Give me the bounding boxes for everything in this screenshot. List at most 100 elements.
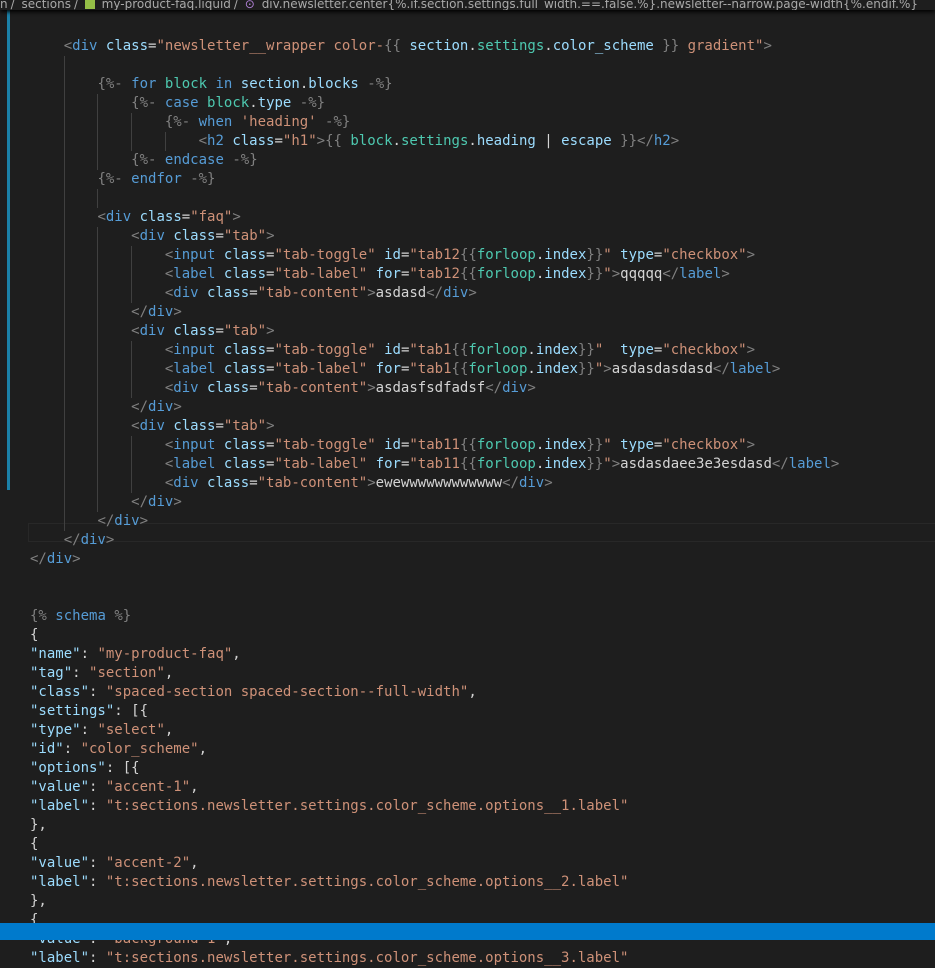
code-token: {{ [459, 456, 477, 472]
code-token: " [603, 247, 612, 263]
code-token: {{ [459, 437, 477, 453]
code-token: div [148, 304, 174, 320]
code-token: > [544, 475, 553, 491]
code-token: {%- [97, 171, 123, 187]
code-line: </div> [30, 512, 839, 531]
code-token: schema [55, 608, 106, 624]
code-token: {{ [459, 247, 477, 263]
indent-guide [131, 284, 133, 303]
code-token: }} [578, 342, 595, 358]
code-line: </div> [30, 550, 839, 569]
breadcrumb-item[interactable]: sections [21, 0, 70, 10]
code-token: section [240, 76, 300, 92]
code-token: , [190, 779, 199, 795]
breadcrumb-separator: / [233, 0, 238, 10]
indent-guide [131, 436, 133, 455]
code-token: : [80, 646, 98, 662]
indent-guide [97, 322, 99, 341]
line-number: 8 [0, 613, 18, 632]
indent-guide [63, 398, 65, 417]
indent-guide [63, 56, 65, 75]
code-token: div [80, 532, 106, 548]
code-token: = [249, 285, 258, 301]
indent-guide [97, 360, 99, 379]
code-token: class [223, 342, 267, 358]
code-line: "value": "accent-1", [30, 778, 839, 797]
code-token: "tab-toggle" [274, 437, 376, 453]
indent-guide [97, 417, 99, 436]
code-token: "faq" [190, 209, 233, 225]
code-token: </ [426, 285, 444, 301]
code-token: type [620, 437, 654, 453]
code-token: class [223, 437, 267, 453]
indent-guide [63, 303, 65, 322]
code-token: > [173, 304, 182, 320]
code-editor[interactable]: <div class="newsletter__wrapper color-{{… [28, 5, 935, 968]
breadcrumb-item[interactable]: div.newsletter.center{%.if.section.setti… [262, 0, 918, 10]
code-token: class [207, 285, 250, 301]
breadcrumb-item[interactable]: n [0, 0, 8, 10]
code-token: "tab-content" [257, 285, 368, 301]
indent-guide [131, 474, 133, 493]
indent-guide [131, 246, 133, 265]
code-token: asdasdasdasd [611, 361, 713, 377]
code-line: <div class="faq"> [30, 208, 839, 227]
code-token: : [89, 798, 106, 814]
code-token: "accent-2" [105, 855, 191, 871]
code-token: class [232, 133, 275, 149]
code-token: "t:sections.newsletter.settings.color_sc… [105, 950, 629, 966]
code-token: "settings" [30, 703, 115, 719]
code-token: index [544, 437, 587, 453]
code-token: index [544, 456, 587, 472]
code-token: > [830, 456, 840, 472]
code-token: index [544, 247, 587, 263]
line-number: 8 [0, 803, 18, 822]
code-token: </ [131, 304, 149, 320]
code-token: , [190, 855, 199, 871]
code-token: class [207, 475, 250, 491]
indent-guide [97, 132, 99, 151]
code-token: . [535, 456, 545, 472]
code-token: forloop [476, 456, 536, 472]
indent-guide [97, 436, 99, 455]
breadcrumb-item[interactable]: my-product-faq.liquid [102, 0, 231, 10]
code-line: <label class="tab-label" for="tab1{{forl… [30, 360, 839, 379]
line-number: 3 [0, 708, 18, 727]
code-token: = [181, 209, 191, 225]
code-token: forloop [476, 266, 536, 282]
indent-guide [131, 360, 133, 379]
code-token: > [173, 494, 182, 510]
liquid-file-icon [84, 0, 95, 9]
code-line: </div> [30, 303, 839, 322]
code-token: div [46, 551, 73, 567]
status-bar [0, 923, 935, 940]
code-token: . [527, 342, 536, 358]
code-token: </ [662, 266, 680, 282]
indent-guide [97, 493, 99, 512]
code-token: forloop [476, 437, 536, 453]
code-token: div [173, 285, 199, 301]
code-token: " [603, 266, 612, 282]
code-token: . [468, 38, 477, 54]
code-token: index [535, 342, 578, 358]
code-token: "tab1 [409, 342, 452, 358]
code-token: . [535, 247, 545, 263]
code-token: "value" [30, 855, 90, 871]
code-token: class [139, 209, 182, 225]
code-token: "tag" [30, 665, 73, 681]
code-token: block [207, 95, 250, 111]
code-token: "checkbox" [662, 342, 747, 358]
code-token: "t:sections.newsletter.settings.color_sc… [105, 798, 629, 814]
code-token: div [173, 475, 199, 491]
code-token: div [518, 475, 545, 491]
indent-guide [97, 398, 99, 417]
